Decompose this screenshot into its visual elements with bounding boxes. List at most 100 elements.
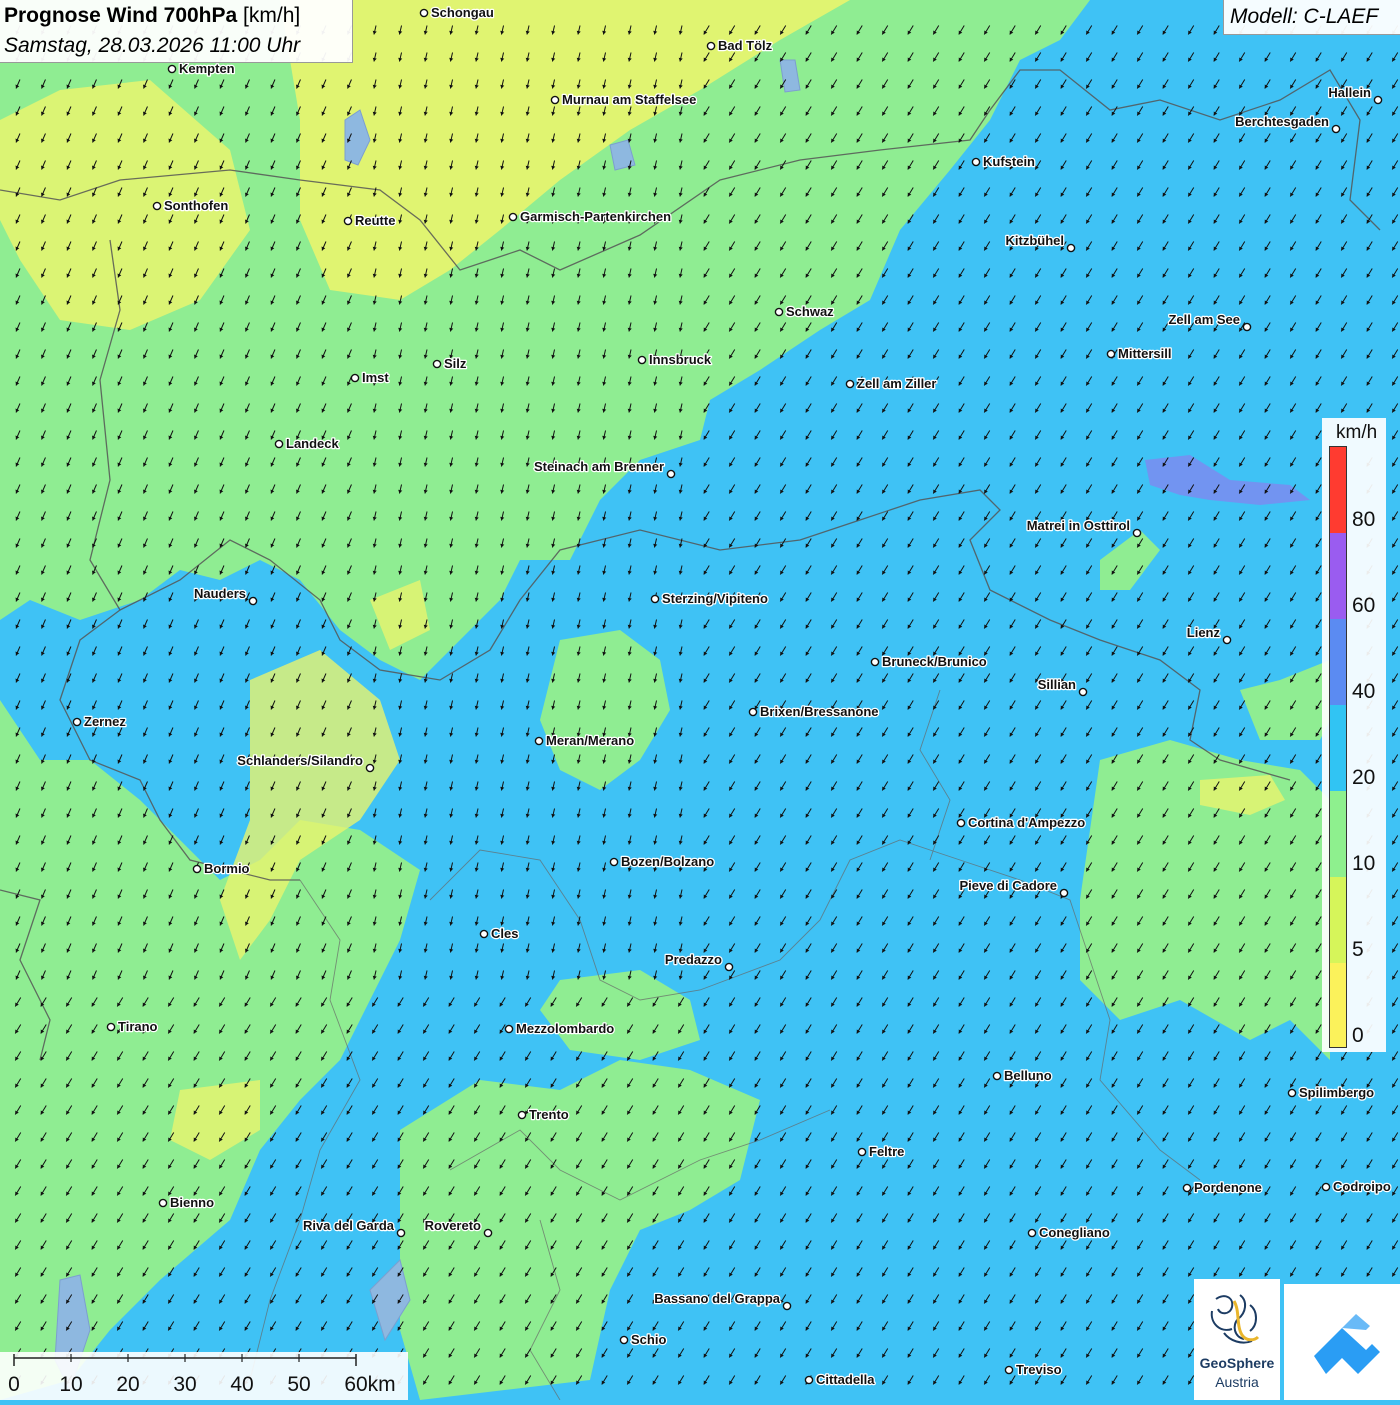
place-dot [804,1375,814,1385]
place-dot [1132,528,1142,538]
place-dot [534,736,544,746]
place-dot [637,355,647,365]
place-label: Bassano del Grappa [654,1291,780,1306]
place-label: Steinach am Brenner [534,459,664,474]
scale-label-60km: 60km [344,1373,396,1396]
place-label: Garmisch-Partenkirchen [520,209,671,224]
place-label: Schongau [431,5,494,20]
legend-segment-0 [1330,963,1346,1047]
place-label: Zernez [84,714,126,729]
place-dot [419,8,429,18]
place-dot [1222,635,1232,645]
place-dot [248,596,258,606]
place-kempten: Kempten [167,60,236,77]
legend-tick-60: 60 [1352,594,1376,617]
place-dot [343,216,353,226]
map-title: Prognose Wind 700hPa [km/h] [4,4,300,28]
place-label: Sillian [1038,677,1076,692]
place-label: Innsbruck [649,352,712,367]
place-label: Kempten [179,61,235,76]
place-meran-merano: Meran/Merano [534,732,635,749]
place-conegliano: Conegliano [1027,1224,1111,1241]
place-dot [1182,1183,1192,1193]
place-label: Bruneck/Brunico [882,654,987,669]
place-dot [1027,1228,1037,1238]
place-dot [1004,1365,1014,1375]
place-label: Conegliano [1039,1225,1110,1240]
map-title-unit: [km/h] [243,4,301,27]
place-dot [158,1198,168,1208]
app-logo-icon [1314,1314,1380,1374]
place-dot [1287,1088,1297,1098]
scale-label-0: 0 [8,1373,20,1396]
place-dot [1321,1182,1331,1192]
geosphere-logo-icon [1210,1294,1260,1344]
place-label: Riva del Garda [303,1218,395,1233]
legend-tick-10: 10 [1352,852,1376,875]
place-dot [1242,322,1252,332]
place-dot [479,929,489,939]
place-dot [274,439,284,449]
place-label: Bormio [204,861,250,876]
place-sterzing-vipiteno: Sterzing/Vipiteno [650,590,769,607]
place-label: Landeck [286,436,340,451]
wind-map: Schongau Bad Tölz Kempten Murnau am Staffel… [0,0,1400,1400]
place-label: Bienno [170,1195,214,1210]
place-bad-t-lz: Bad Tölz [706,37,774,54]
scale-bar: 0 10 20 30 40 50 60km [0,1352,408,1400]
place-label: Kufstein [983,154,1035,169]
place-dot [857,1147,867,1157]
place-dot [971,157,981,167]
place-label: Cles [491,926,518,941]
place-label: Imst [362,370,389,385]
place-dot [706,41,716,51]
map-title-main: Prognose Wind 700hPa [4,4,238,27]
place-dot [504,1024,514,1034]
place-label: Bad Tölz [718,38,773,53]
place-label: Cortina d'Ampezzo [968,815,1085,830]
geosphere-logo-line2: Austria [1215,1374,1259,1390]
place-innsbruck: Innsbruck [637,351,713,368]
legend-unit: km/h [1336,422,1378,443]
place-dot [619,1335,629,1345]
place-pordenone: Pordenone [1182,1179,1263,1196]
place-label: Belluno [1004,1068,1052,1083]
place-label: Tirano [118,1019,158,1034]
place-dot [870,657,880,667]
place-dot [724,962,734,972]
place-dot [774,307,784,317]
place-dot [517,1110,527,1120]
place-dot [152,201,162,211]
legend-segment-10 [1330,791,1346,877]
place-label: Schio [631,1332,666,1347]
place-label: Treviso [1016,1362,1062,1377]
place-landeck: Landeck [274,435,341,452]
place-label: Sonthofen [164,198,228,213]
place-dot [550,95,560,105]
title-box: Prognose Wind 700hPa [km/h] Samstag, 28.… [0,0,353,63]
scale-label-20: 20 [116,1373,140,1396]
legend-tick-20: 20 [1352,766,1376,789]
model-label: Modell: C-LAEF [1230,5,1379,28]
model-box: Modell: C-LAEF [1223,0,1400,35]
place-label: Cittadella [816,1372,875,1387]
legend-segment-5 [1330,877,1346,963]
place-label: Schlanders/Silandro [237,753,363,768]
forecast-datetime: Samstag, 28.03.2026 11:00 Uhr [4,34,301,57]
place-dot [650,594,660,604]
place-label: Nauders [194,586,246,601]
place-dot [845,379,855,389]
place-label: Brixen/Bressanone [760,704,879,719]
geosphere-logo: GeoSphere Austria [1194,1279,1280,1400]
place-cortina-d-ampezzo: Cortina d'Ampezzo [956,814,1087,831]
legend-tick-40: 40 [1352,680,1376,703]
place-label: Hallein [1328,85,1371,100]
place-label: Trento [529,1107,569,1122]
legend-segment-60 [1330,533,1346,619]
place-label: Rovereto [425,1218,481,1233]
place-dot [748,707,758,717]
place-label: Bozen/Bolzano [621,854,714,869]
place-codroipo: Codroipo [1321,1178,1392,1195]
place-dot [1078,687,1088,697]
place-dot [432,359,442,369]
